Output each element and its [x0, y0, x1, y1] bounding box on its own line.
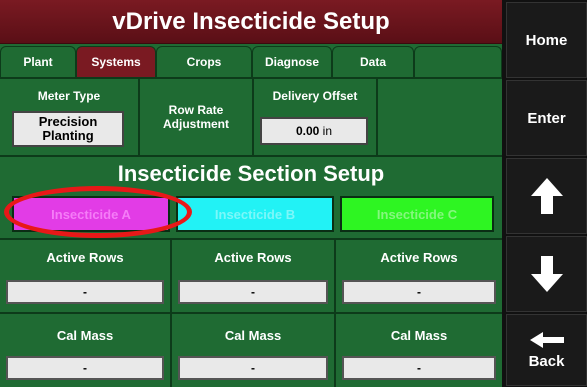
insecticide-a-button[interactable]: Insecticide A	[12, 196, 170, 232]
home-label: Home	[525, 31, 568, 49]
meter-type-value-line1: Precision	[38, 114, 98, 129]
cal-mass-label: Cal Mass	[224, 328, 282, 343]
arrow-left-icon	[529, 331, 564, 348]
tab-empty[interactable]	[414, 46, 502, 77]
active-rows-label: Active Rows	[380, 250, 458, 265]
active-rows-label: Active Rows	[214, 250, 292, 265]
insecticide-b-button[interactable]: Insecticide B	[176, 196, 334, 232]
delivery-offset-label: Delivery Offset	[272, 89, 358, 103]
cal-mass-value[interactable]: -	[342, 356, 496, 380]
active-rows-label: Active Rows	[46, 250, 124, 265]
meter-type-value-line2: Planting	[42, 128, 94, 143]
active-rows-value[interactable]: -	[342, 280, 496, 304]
section-title: Insecticide Section Setup	[0, 157, 502, 191]
arrow-down-icon	[530, 256, 563, 292]
empty-setting-cell	[378, 79, 502, 155]
meter-type-value[interactable]: Precision Planting	[12, 111, 124, 147]
row-rate-cell[interactable]: Row Rate Adjustment	[140, 79, 254, 155]
back-label: Back	[528, 352, 565, 370]
delivery-offset-value[interactable]: 0.00 in	[260, 117, 368, 145]
tab-diagnose[interactable]: Diagnose	[252, 46, 332, 77]
cal-mass-row: Cal Mass - Cal Mass - Cal Mass -	[0, 312, 502, 387]
cal-mass-cell-a: Cal Mass -	[0, 314, 172, 387]
cal-mass-cell-b: Cal Mass -	[172, 314, 336, 387]
tab-plant[interactable]: Plant	[0, 46, 76, 77]
cal-mass-value[interactable]: -	[178, 356, 328, 380]
cal-mass-label: Cal Mass	[56, 328, 114, 343]
cal-mass-value[interactable]: -	[6, 356, 164, 380]
active-rows-cell-c: Active Rows -	[336, 240, 502, 312]
back-button[interactable]: Back	[506, 314, 587, 386]
meter-type-cell[interactable]: Meter Type Precision Planting	[0, 79, 140, 155]
tab-bar: Plant Systems Crops Diagnose Data	[0, 44, 502, 77]
meter-type-label: Meter Type	[37, 89, 101, 103]
row-rate-line2: Adjustment	[163, 117, 229, 131]
scroll-down-button[interactable]	[506, 236, 587, 312]
home-button[interactable]: Home	[506, 2, 587, 78]
delivery-offset-number: 0.00	[295, 124, 320, 138]
insecticide-c-button[interactable]: Insecticide C	[340, 196, 494, 232]
main-panel: vDrive Insecticide Setup Plant Systems C…	[0, 0, 502, 387]
enter-button[interactable]: Enter	[506, 80, 587, 156]
active-rows-value[interactable]: -	[6, 280, 164, 304]
arrow-up-icon	[530, 178, 563, 214]
scroll-up-button[interactable]	[506, 158, 587, 234]
enter-label: Enter	[527, 109, 566, 127]
delivery-offset-unit: in	[322, 124, 333, 138]
active-rows-value[interactable]: -	[178, 280, 328, 304]
tab-crops[interactable]: Crops	[156, 46, 252, 77]
system-settings-row: Meter Type Precision Planting Row Rate A…	[0, 77, 502, 157]
row-rate-line1: Row Rate	[168, 103, 224, 117]
active-rows-row: Active Rows - Active Rows - Active Rows …	[0, 238, 502, 312]
cal-mass-cell-c: Cal Mass -	[336, 314, 502, 387]
cal-mass-label: Cal Mass	[390, 328, 448, 343]
active-rows-cell-a: Active Rows -	[0, 240, 172, 312]
tab-data[interactable]: Data	[332, 46, 414, 77]
tab-systems[interactable]: Systems	[76, 46, 156, 77]
side-button-panel: Home Enter Back	[502, 0, 587, 387]
delivery-offset-cell[interactable]: Delivery Offset 0.00 in	[254, 79, 378, 155]
active-rows-cell-b: Active Rows -	[172, 240, 336, 312]
page-title: vDrive Insecticide Setup	[0, 0, 502, 44]
